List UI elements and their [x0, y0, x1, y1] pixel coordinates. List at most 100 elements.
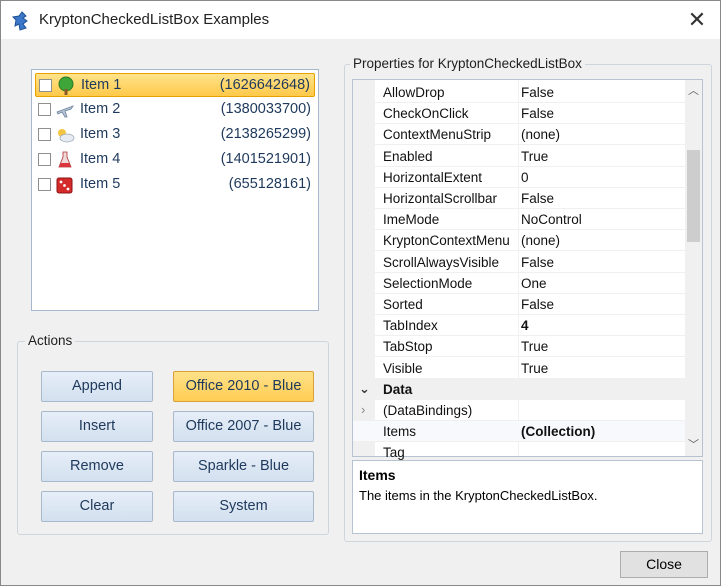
- item-label: Item 1: [81, 77, 122, 93]
- property-row[interactable]: Visible True: [353, 358, 685, 379]
- window-close-button[interactable]: ✕: [682, 5, 712, 35]
- property-row[interactable]: Enabled True: [353, 146, 685, 167]
- palette-system-button[interactable]: System: [173, 491, 314, 522]
- list-item[interactable]: Item 2 (1380033700): [35, 98, 315, 122]
- palette-office2007-blue-button[interactable]: Office 2007 - Blue: [173, 411, 314, 442]
- property-category-row[interactable]: ⌄ Data: [353, 378, 685, 400]
- insert-button[interactable]: Insert: [41, 411, 153, 442]
- collapse-chevron-icon[interactable]: ⌄: [359, 381, 370, 397]
- property-value[interactable]: (none): [521, 127, 560, 142]
- property-value[interactable]: NoControl: [521, 212, 582, 227]
- property-value[interactable]: 0: [521, 170, 529, 185]
- item-value: (655128161): [228, 176, 311, 192]
- property-name: HorizontalScrollbar: [383, 191, 498, 206]
- property-row[interactable]: KryptonContextMenu (none): [353, 230, 685, 252]
- help-description: The items in the KryptonCheckedListBox.: [359, 488, 598, 503]
- palette-office2010-blue-button[interactable]: Office 2010 - Blue: [173, 371, 314, 402]
- scroll-down-arrow-icon[interactable]: ﹀: [687, 438, 700, 452]
- item-label: Item 2: [80, 101, 121, 117]
- property-value[interactable]: False: [521, 255, 554, 270]
- property-row[interactable]: ContextMenuStrip (none): [353, 124, 685, 146]
- window-title: KryptonCheckedListBox Examples: [39, 11, 270, 28]
- property-value[interactable]: False: [521, 85, 554, 100]
- airplane-icon: [55, 100, 75, 120]
- properties-group-title: Properties for KryptonCheckedListBox: [350, 56, 585, 71]
- property-name: CheckOnClick: [383, 106, 469, 122]
- item-checkbox[interactable]: [38, 128, 51, 141]
- scroll-up-arrow-icon[interactable]: ︿: [687, 84, 700, 98]
- item-checkbox[interactable]: [38, 103, 51, 116]
- property-name: Enabled: [383, 148, 433, 164]
- property-value[interactable]: False: [521, 297, 554, 312]
- property-name: Visible: [383, 360, 423, 376]
- property-name: Sorted: [383, 297, 423, 312]
- item-label: Item 5: [80, 176, 121, 192]
- property-value[interactable]: True: [521, 361, 548, 376]
- property-row[interactable]: HorizontalExtent 0: [353, 167, 685, 188]
- tree-icon: [56, 76, 76, 96]
- property-value[interactable]: (none): [521, 233, 560, 248]
- property-grid[interactable]: ︿ ﹀ AllowDrop False CheckOnClick False Conte…: [352, 79, 703, 464]
- item-checkbox[interactable]: [38, 153, 51, 166]
- item-value: (2138265299): [220, 126, 311, 142]
- palette-sparkle-blue-button[interactable]: Sparkle - Blue: [173, 451, 314, 482]
- cloud-sun-icon: [55, 125, 75, 145]
- list-item[interactable]: Item 5 (655128161): [35, 173, 315, 197]
- property-name: Data: [383, 381, 413, 397]
- clear-button[interactable]: Clear: [41, 491, 153, 522]
- property-value[interactable]: 4: [521, 318, 529, 333]
- property-name: ScrollAlwaysVisible: [383, 254, 500, 270]
- property-value[interactable]: True: [521, 149, 548, 164]
- property-name: HorizontalExtent: [383, 169, 483, 185]
- property-row[interactable]: Items (Collection): [353, 421, 685, 443]
- property-row[interactable]: Sorted False: [353, 294, 685, 315]
- actions-group-title: Actions: [25, 333, 76, 348]
- item-label: Item 4: [80, 151, 121, 167]
- property-value[interactable]: False: [521, 106, 554, 121]
- item-value: (1626642648): [219, 77, 310, 93]
- property-row[interactable]: ImeMode NoControl: [353, 209, 685, 231]
- scroll-thumb[interactable]: [687, 150, 700, 242]
- property-row[interactable]: HorizontalScrollbar False: [353, 188, 685, 209]
- checked-list-box[interactable]: Item 1 (1626642648) Item 2 (1380033700) Item…: [31, 69, 319, 311]
- property-row[interactable]: TabIndex 4: [353, 315, 685, 337]
- title-bar: KryptonCheckedListBox Examples ✕: [1, 1, 720, 39]
- property-grid-scrollbar[interactable]: ︿ ﹀: [685, 80, 702, 456]
- list-item[interactable]: Item 3 (2138265299): [35, 123, 315, 147]
- help-title: Items: [359, 467, 396, 483]
- property-name: ImeMode: [383, 212, 440, 228]
- list-item[interactable]: Item 4 (1401521901): [35, 148, 315, 172]
- remove-button[interactable]: Remove: [41, 451, 153, 482]
- list-item[interactable]: Item 1 (1626642648): [35, 73, 315, 97]
- property-name: SelectionMode: [383, 275, 473, 291]
- property-row[interactable]: CheckOnClick False: [353, 103, 685, 125]
- property-name: (DataBindings): [383, 403, 473, 418]
- property-name: Tag: [383, 445, 405, 461]
- dice-icon: [55, 175, 75, 195]
- expand-chevron-icon[interactable]: ›: [361, 402, 365, 417]
- property-name: Items: [383, 424, 417, 440]
- main-window: KryptonCheckedListBox Examples ✕ Item 1 (…: [0, 0, 721, 586]
- property-value[interactable]: True: [521, 339, 548, 354]
- property-row[interactable]: › (DataBindings): [353, 400, 685, 421]
- property-row[interactable]: ScrollAlwaysVisible False: [353, 252, 685, 273]
- property-row[interactable]: SelectionMode One: [353, 273, 685, 294]
- krypton-app-icon: [11, 11, 28, 31]
- property-value[interactable]: One: [521, 276, 547, 291]
- property-name: AllowDrop: [383, 85, 445, 100]
- property-help-box: Items The items in the KryptonCheckedLis…: [352, 460, 703, 534]
- property-name: TabIndex: [383, 318, 438, 334]
- property-name: TabStop: [383, 339, 433, 355]
- property-name: KryptonContextMenu: [383, 233, 510, 249]
- property-value[interactable]: (Collection): [521, 424, 595, 439]
- property-value[interactable]: False: [521, 191, 554, 206]
- item-value: (1401521901): [220, 151, 311, 167]
- item-checkbox[interactable]: [39, 79, 52, 92]
- item-checkbox[interactable]: [38, 178, 51, 191]
- close-button[interactable]: Close: [620, 551, 708, 578]
- item-value: (1380033700): [220, 101, 311, 117]
- property-row[interactable]: TabStop True: [353, 336, 685, 358]
- flask-icon: [55, 150, 75, 170]
- append-button[interactable]: Append: [41, 371, 153, 402]
- property-row[interactable]: AllowDrop False: [353, 82, 685, 103]
